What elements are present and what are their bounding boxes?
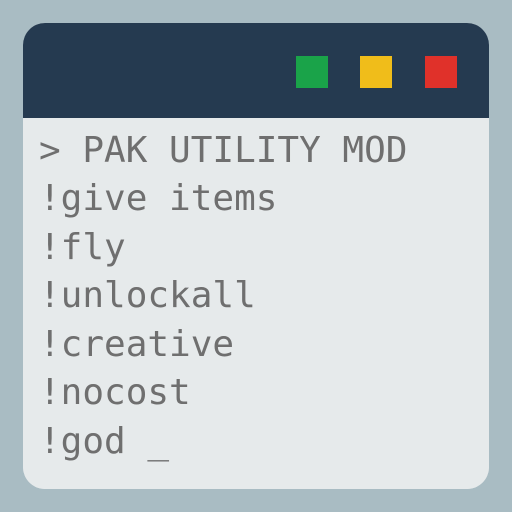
command-line: !unlockall	[39, 275, 256, 316]
terminal-window: > PAK UTILITY MOD !give items !fly !unlo…	[23, 23, 489, 489]
current-command: !god	[39, 421, 126, 462]
console-output: > PAK UTILITY MOD !give items !fly !unlo…	[23, 118, 489, 489]
red-window-button[interactable]	[425, 56, 457, 88]
command-line: !nocost	[39, 372, 191, 413]
command-line: !give items	[39, 178, 278, 219]
command-line: !fly	[39, 227, 126, 268]
green-window-button[interactable]	[296, 56, 328, 88]
command-line: !creative	[39, 324, 235, 365]
text-cursor: _	[147, 421, 170, 462]
command-input-line[interactable]: !god _	[39, 420, 169, 464]
yellow-window-button[interactable]	[360, 56, 392, 88]
console-header: > PAK UTILITY MOD	[39, 130, 408, 171]
title-bar	[23, 23, 489, 118]
